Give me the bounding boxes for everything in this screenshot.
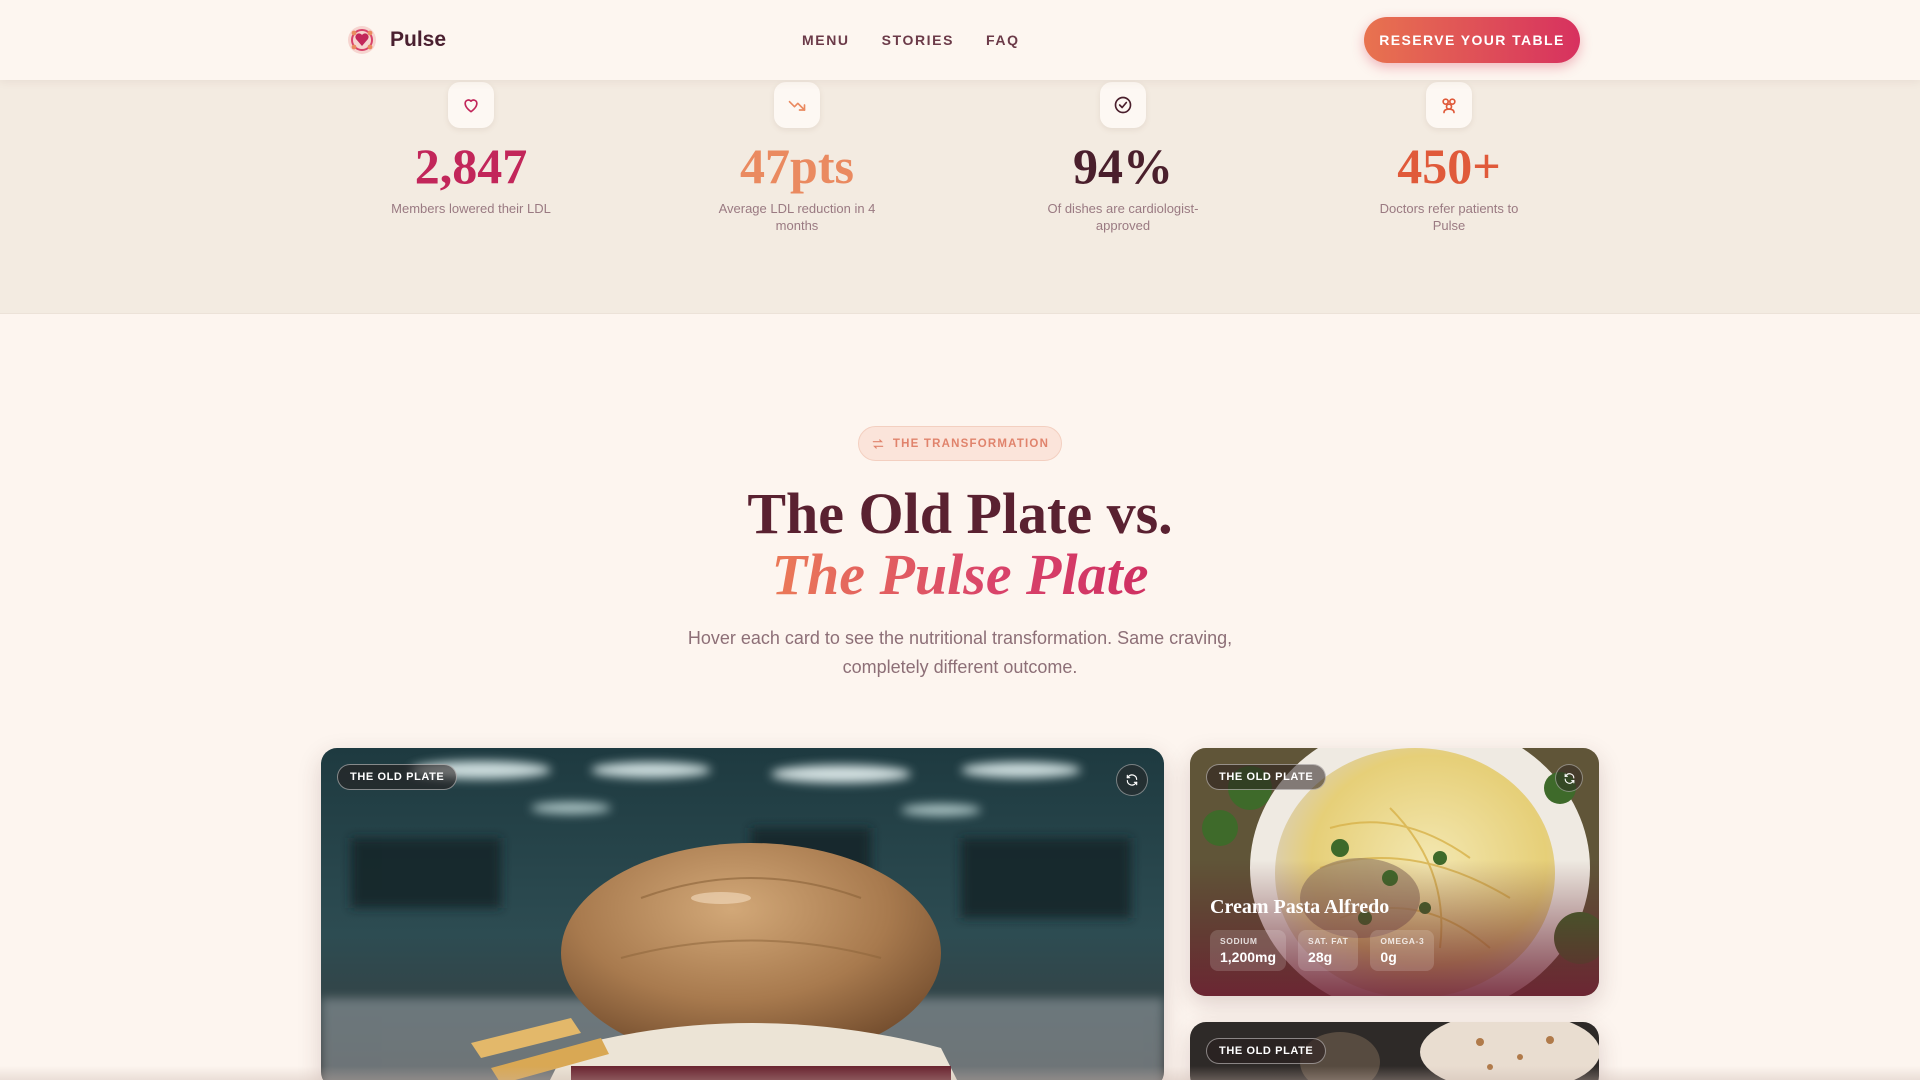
metric-sat-fat: SAT. FAT 28g [1298,930,1359,971]
stat-ldl-reduction: 47pts Average LDL reduction in 4 months [697,80,897,234]
stat-doctors: 450+ Doctors refer patients to Pulse [1349,80,1549,234]
section-pill-label: THE TRANSFORMATION [892,437,1050,450]
stat-label: Average LDL reduction in 4 months [718,201,876,233]
bottom-fade [0,1066,1920,1080]
section-subtitle: Hover each card to see the nutritional t… [687,628,1233,677]
stat-label: Doctors refer patients to Pulse [1379,201,1519,233]
brand-logo-icon [348,26,376,54]
brand-name: Pulse [390,28,447,51]
dish-card-pasta[interactable]: THE OLD PLATE Cream Pasta Alfredo SODIUM… [1190,748,1599,996]
stat-label: Of dishes are cardiologist-approved [1047,201,1199,233]
metric-value: 1,200mg [1220,949,1277,965]
stat-value: 47pts [740,138,854,194]
stat-value: 2,847 [414,138,528,194]
brand[interactable]: Pulse [346,24,446,56]
flip-card-icon[interactable] [1116,764,1148,796]
check-circle-icon [1100,82,1146,128]
section-pill: THE TRANSFORMATION [858,426,1062,461]
old-plate-tag: THE OLD PLATE [1206,1038,1327,1064]
stat-value: 94% [1073,138,1173,194]
metric-value: 0g [1380,949,1397,965]
doctors-icon [1426,82,1472,128]
nutrition-metrics: SODIUM 1,200mg SAT. FAT 28g OMEGA-3 0g [1210,930,1435,971]
reserve-table-button[interactable]: RESERVE YOUR TABLE [1364,17,1580,63]
heart-icon [448,82,494,128]
metric-label: SODIUM [1220,936,1258,946]
flip-card-icon[interactable] [1555,764,1583,792]
site-header: Pulse MENU STORIES FAQ RESERVE YOUR TABL… [0,0,1920,80]
main-nav: MENU STORIES FAQ [802,32,1020,48]
trend-down-icon [774,82,820,128]
old-plate-tag: THE OLD PLATE [337,764,458,790]
stat-approved: 94% Of dishes are cardiologist-approved [1023,80,1223,234]
metric-label: OMEGA-3 [1380,936,1425,946]
section-title: The Old Plate vs. [747,481,1173,546]
old-plate-tag: THE OLD PLATE [1206,764,1327,790]
swap-icon [872,438,884,449]
nav-menu[interactable]: MENU [802,32,850,48]
stat-value: 450+ [1397,138,1501,194]
metric-label: SAT. FAT [1308,936,1349,946]
burger-photo [321,748,1164,1080]
metric-value: 28g [1308,949,1333,965]
dish-card-burger[interactable]: THE OLD PLATE [321,748,1164,1080]
section-title-accent: The Pulse Plate [0,543,1920,607]
stat-label: Members lowered their LDL [391,201,551,216]
metric-omega-3: OMEGA-3 0g [1370,930,1435,971]
dish-name: Cream Pasta Alfredo [1210,896,1390,918]
nav-faq[interactable]: FAQ [986,32,1020,48]
stat-members: 2,847 Members lowered their LDL [371,80,571,217]
section-title-accent-text: The Pulse Plate [771,542,1149,607]
nav-stories[interactable]: STORIES [882,32,954,48]
metric-sodium: SODIUM 1,200mg [1210,930,1287,971]
stats-band: 2,847 Members lowered their LDL 47pts Av… [0,80,1920,314]
